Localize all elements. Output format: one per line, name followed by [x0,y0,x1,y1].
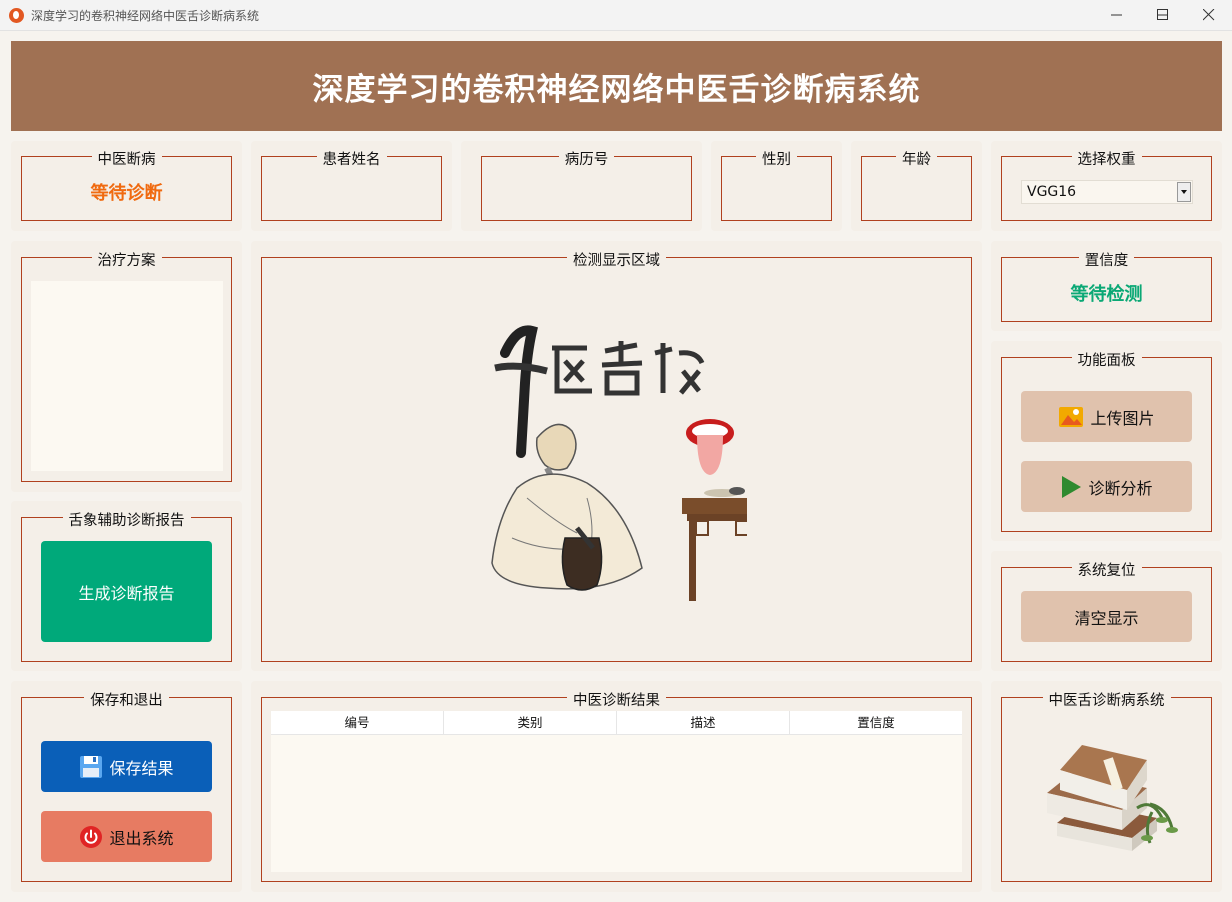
confidence-label: 置信度 [1078,253,1135,269]
age-card: 年龄 [851,141,982,231]
generate-report-button[interactable]: 生成诊断报告 [41,541,212,642]
upload-image-label: 上传图片 [1090,408,1155,428]
diagnose-analyze-label: 诊断分析 [1088,478,1153,498]
exit-system-button[interactable]: 退出系统 [41,811,212,862]
clear-display-label: 清空显示 [1074,608,1139,628]
title-bar: 深度学习的卷积神经网络中医舌诊断病系统 [0,0,1232,31]
close-button[interactable] [1186,0,1232,31]
column-header-description[interactable]: 描述 [617,711,790,734]
books-illustration [1032,738,1182,858]
confidence-group: 置信度 等待检测 [1001,253,1212,322]
weights-selected-value: VGG16 [1027,184,1077,200]
report-card: 舌象辅助诊断报告 生成诊断报告 [11,501,242,671]
maximize-button[interactable] [1140,0,1186,31]
confidence-status: 等待检测 [1070,284,1143,305]
diagnosis-label: 中医断病 [91,152,162,168]
save-exit-group: 保存和退出 保存结果 退出系统 [21,693,232,882]
gender-group: 性别 [721,152,832,221]
report-label: 舌象辅助诊断报告 [62,513,191,529]
system-label: 中医舌诊断病系统 [1042,693,1171,709]
treatment-group: 治疗方案 [21,253,232,482]
column-header-category[interactable]: 类别 [444,711,617,734]
banner-title: 深度学习的卷积神经网络中医舌诊断病系统 [312,71,921,108]
column-header-id[interactable]: 编号 [271,711,444,734]
results-label: 中医诊断结果 [567,693,666,709]
reset-group: 系统复位 清空显示 [1001,563,1212,662]
image-icon [1058,406,1084,428]
function-panel-label: 功能面板 [1071,353,1142,369]
chevron-down-icon[interactable] [1177,182,1191,202]
minimize-icon [1111,14,1122,16]
column-header-confidence[interactable]: 置信度 [790,711,962,734]
patient-name-card: 患者姓名 [251,141,452,231]
record-no-group: 病历号 [481,152,692,221]
results-card: 中医诊断结果 编号 类别 描述 置信度 [251,681,982,892]
weights-group: 选择权重 VGG16 [1001,152,1212,221]
treatment-card: 治疗方案 [11,241,242,492]
app-icon [9,8,24,23]
weights-select[interactable]: VGG16 [1021,180,1193,204]
results-table[interactable]: 编号 类别 描述 置信度 [271,711,962,872]
results-table-header: 编号 类别 描述 置信度 [271,711,962,735]
weights-label: 选择权重 [1071,152,1142,168]
title-banner: 深度学习的卷积神经网络中医舌诊断病系统 [11,41,1222,131]
function-panel-card: 功能面板 上传图片 诊断分析 [991,341,1222,541]
window-title: 深度学习的卷积神经网络中医舌诊断病系统 [31,9,260,23]
exit-system-label: 退出系统 [109,828,174,848]
record-no-card: 病历号 [461,141,702,231]
treatment-label: 治疗方案 [91,253,162,269]
age-group: 年龄 [861,152,972,221]
tcm-illustration [487,323,762,608]
gender-label: 性别 [756,152,797,168]
display-group: 检测显示区域 [261,253,972,662]
weights-card: 选择权重 VGG16 [991,141,1222,231]
diagnosis-status: 等待诊断 [90,183,163,204]
diagnose-analyze-button[interactable]: 诊断分析 [1021,461,1192,512]
patient-name-group: 患者姓名 [261,152,442,221]
system-group: 中医舌诊断病系统 [1001,693,1212,882]
display-label: 检测显示区域 [567,253,666,269]
save-results-button[interactable]: 保存结果 [41,741,212,792]
treatment-textarea[interactable] [31,281,223,471]
save-exit-card: 保存和退出 保存结果 退出系统 [11,681,242,892]
save-exit-label: 保存和退出 [84,693,169,709]
diagnosis-group: 中医断病 等待诊断 [21,152,232,221]
minimize-button-real[interactable] [1094,0,1140,31]
diagnosis-card: 中医断病 等待诊断 [11,141,242,231]
confidence-card: 置信度 等待检测 [991,241,1222,331]
report-group: 舌象辅助诊断报告 生成诊断报告 [21,513,232,662]
patient-name-label: 患者姓名 [316,152,387,168]
clear-display-button[interactable]: 清空显示 [1021,591,1192,642]
reset-card: 系统复位 清空显示 [991,551,1222,671]
generate-report-label: 生成诊断报告 [78,583,175,603]
play-icon [1060,475,1082,499]
main-window: 深度学习的卷积神经网络中医舌诊断病系统 中医断病 等待诊断 患者姓名 病历号 性… [0,31,1232,902]
display-card: 检测显示区域 [251,241,982,671]
close-icon [1203,9,1215,21]
reset-label: 系统复位 [1071,563,1142,579]
maximize-icon [1157,9,1168,20]
power-icon [79,825,103,849]
record-no-label: 病历号 [558,152,615,168]
results-group: 中医诊断结果 编号 类别 描述 置信度 [261,693,972,882]
age-label: 年龄 [896,152,937,168]
floppy-disk-icon [79,755,103,779]
save-results-label: 保存结果 [109,758,174,778]
system-card: 中医舌诊断病系统 [991,681,1222,892]
function-panel-group: 功能面板 上传图片 诊断分析 [1001,353,1212,532]
upload-image-button[interactable]: 上传图片 [1021,391,1192,442]
gender-card: 性别 [711,141,842,231]
